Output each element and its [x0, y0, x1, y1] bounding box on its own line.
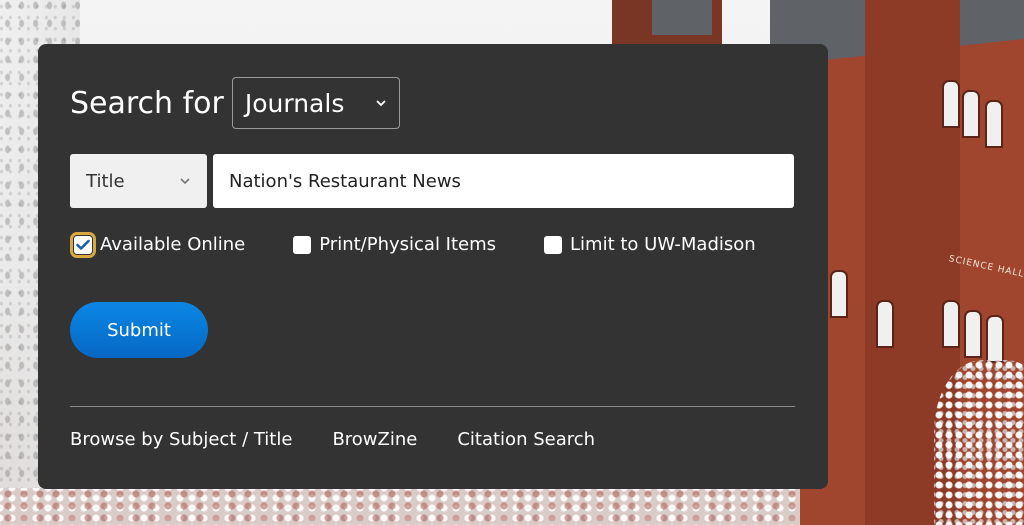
checkbox-unchecked[interactable]: [293, 235, 312, 254]
checkmark-icon: [76, 239, 90, 250]
search-field-select[interactable]: Title: [70, 154, 207, 208]
search-for-label: Search for: [70, 85, 224, 121]
filter-row: Available Online Print/Physical Items Li…: [70, 231, 804, 258]
search-type-row: Search for Journals: [70, 77, 400, 129]
ground-foliage: [0, 488, 800, 525]
submit-button[interactable]: Submit: [70, 302, 208, 358]
chevron-down-icon: [375, 95, 387, 111]
link-browzine[interactable]: BrowZine: [332, 429, 417, 450]
search-type-select[interactable]: Journals: [231, 77, 400, 129]
divider: [70, 406, 795, 407]
filter-limit-uw-madison[interactable]: Limit to UW-Madison: [544, 234, 756, 255]
checkbox-checked[interactable]: [70, 231, 96, 258]
tower-peak: [652, 0, 712, 35]
window: [962, 90, 980, 138]
link-browse-by-subject[interactable]: Browse by Subject / Title: [70, 429, 292, 450]
search-panel: Search for Journals Title Available Onli…: [38, 44, 828, 489]
window: [942, 300, 960, 348]
window: [985, 100, 1003, 148]
snow-tree: [934, 360, 1024, 525]
filter-label: Print/Physical Items: [319, 234, 497, 255]
filter-label: Available Online: [100, 234, 246, 255]
tower-left: [612, 0, 722, 45]
chevron-down-icon: [179, 174, 191, 189]
filter-available-online[interactable]: Available Online: [70, 231, 246, 258]
window: [964, 310, 982, 358]
filter-label: Limit to UW-Madison: [570, 234, 756, 255]
window: [876, 300, 894, 348]
footer-links: Browse by Subject / Title BrowZine Citat…: [70, 429, 635, 450]
search-input-row: Title: [70, 154, 794, 208]
window: [830, 270, 848, 318]
search-type-value: Journals: [244, 88, 345, 118]
filter-print-physical[interactable]: Print/Physical Items: [293, 234, 496, 255]
window: [942, 80, 960, 128]
search-field-value: Title: [86, 170, 125, 192]
search-input[interactable]: [213, 154, 794, 208]
window: [986, 315, 1004, 363]
link-citation-search[interactable]: Citation Search: [457, 429, 595, 450]
checkbox-unchecked[interactable]: [544, 235, 563, 254]
